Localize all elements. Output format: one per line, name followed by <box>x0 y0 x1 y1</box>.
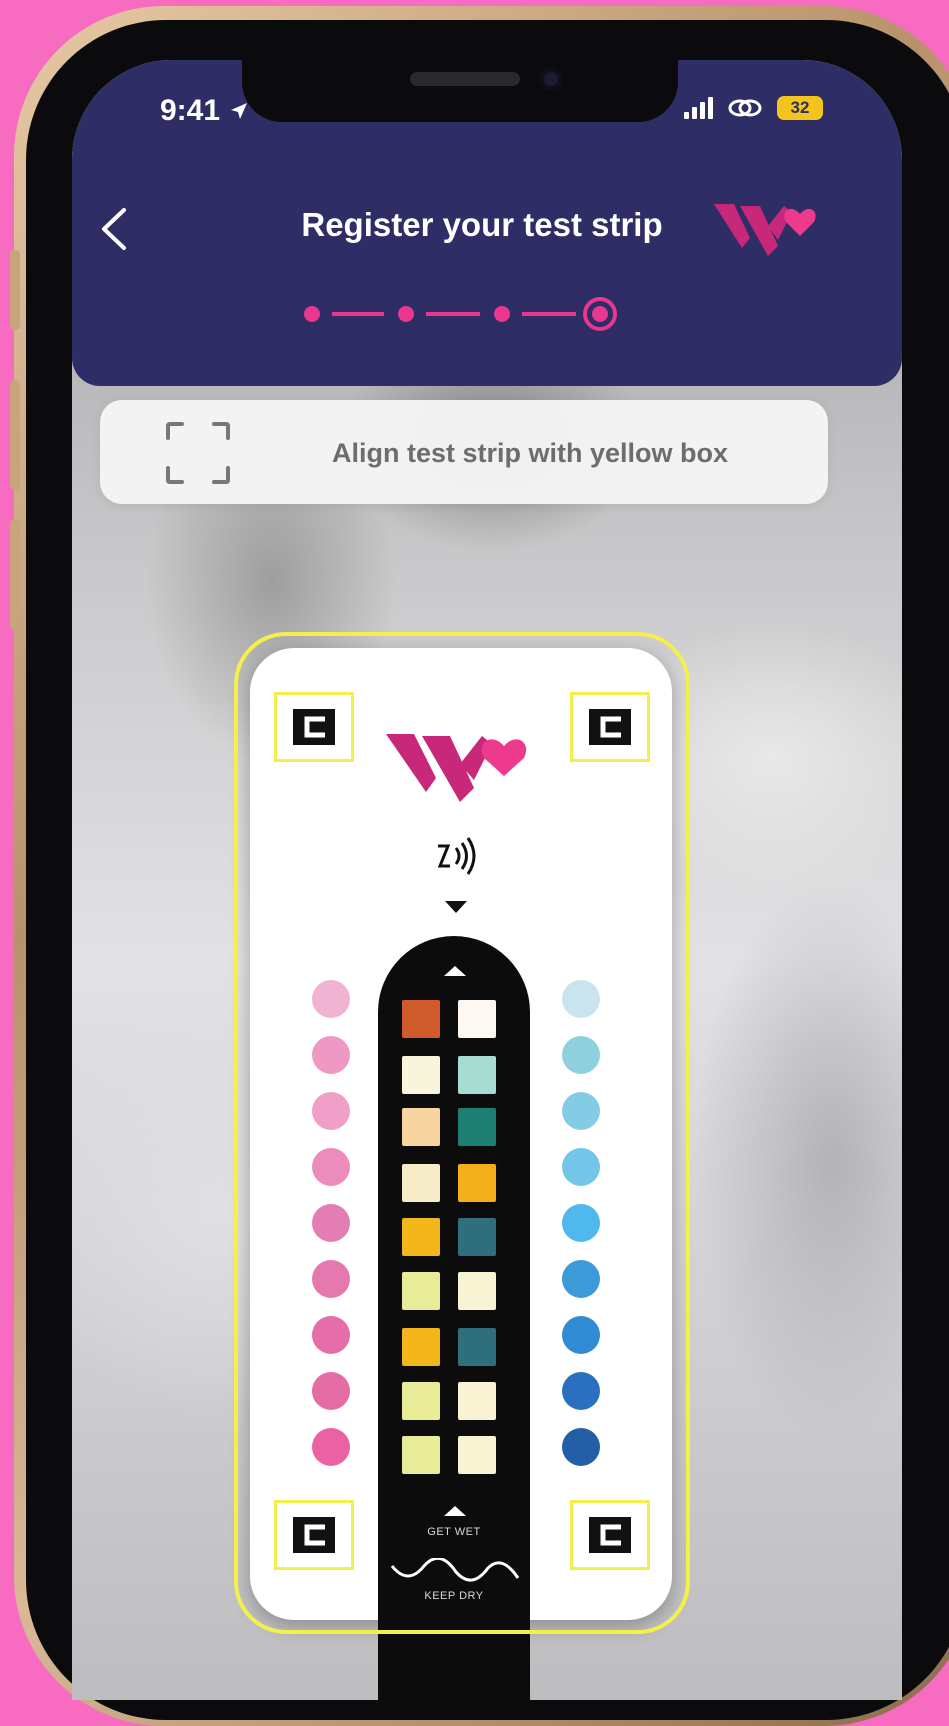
phone-side-button <box>10 250 20 330</box>
location-arrow-icon <box>231 103 248 119</box>
page-title: Register your test strip <box>301 206 663 243</box>
instruction-text: Align test strip with yellow box <box>331 438 729 468</box>
phone-side-button <box>10 380 20 490</box>
scan-frame-icon <box>166 422 230 484</box>
link-icon <box>728 99 762 117</box>
progress-stepper <box>304 297 617 331</box>
status-time-text: 9:41 <box>160 94 221 127</box>
alignment-guide-box <box>234 632 690 1634</box>
signal-icon <box>684 97 713 119</box>
status-time: 9:41 <box>160 94 250 128</box>
front-camera <box>540 68 562 90</box>
back-chevron-icon[interactable] <box>96 206 136 252</box>
app-screen: 9:41 32 Register your test strip Align t… <box>72 60 902 1700</box>
speaker-grille <box>410 72 520 86</box>
instruction-card: Align test strip with yellow box <box>100 400 828 504</box>
phone-side-button <box>10 520 20 630</box>
phone-notch <box>242 60 678 122</box>
battery-icon: 32 <box>777 96 823 120</box>
status-indicators: 32 <box>684 96 823 120</box>
brand-logo-icon <box>714 204 816 256</box>
